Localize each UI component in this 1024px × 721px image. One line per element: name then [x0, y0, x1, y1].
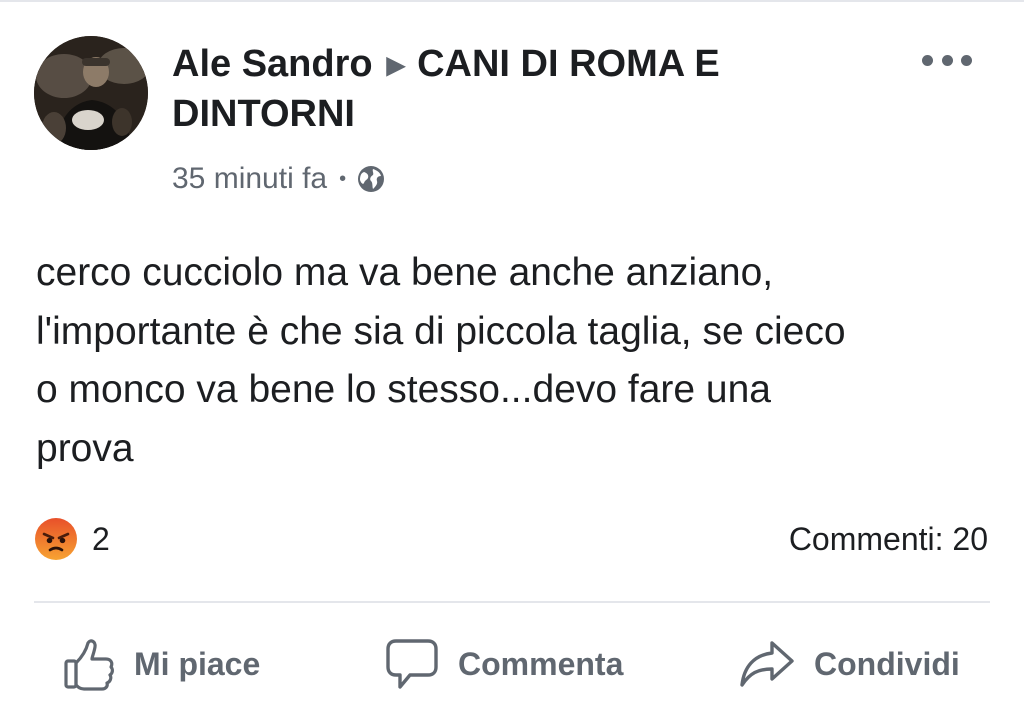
- timestamp[interactable]: 35 minuti fa: [172, 162, 327, 196]
- reactions-summary[interactable]: 2: [34, 516, 110, 562]
- post-body-text: cerco cucciolo ma va bene anche anziano,…: [36, 251, 846, 470]
- angry-reaction-icon: [35, 518, 77, 560]
- reaction-count: 2: [92, 520, 110, 557]
- author-name[interactable]: Ale Sandro: [172, 43, 373, 85]
- comment-button[interactable]: Commenta: [384, 632, 623, 696]
- share-button[interactable]: Condividi: [738, 632, 960, 696]
- like-label: Mi piace: [134, 645, 261, 682]
- more-dot: [961, 54, 972, 66]
- avatar[interactable]: [34, 36, 148, 150]
- meta-separator: •: [339, 167, 347, 190]
- share-arrow-icon: [740, 641, 794, 687]
- more-dot: [941, 54, 953, 66]
- title-line-2: DINTORNI: [172, 90, 822, 138]
- divider: [34, 601, 990, 603]
- globe-icon: [356, 164, 386, 194]
- right-triangle-icon: ▶: [386, 52, 406, 79]
- title-line-1: Ale Sandro ▶ CANI DI ROMA E: [172, 40, 822, 90]
- avatar-photo: [34, 36, 148, 150]
- comments-count[interactable]: Commenti: 20: [789, 519, 988, 559]
- more-options-icon[interactable]: [922, 48, 972, 72]
- share-label: Condividi: [814, 645, 960, 682]
- group-name-continued[interactable]: DINTORNI: [172, 93, 355, 135]
- comment-bubble-icon: [386, 639, 438, 689]
- group-name[interactable]: CANI DI ROMA E: [417, 43, 720, 85]
- thumbs-up-icon: [64, 639, 114, 691]
- post-header: Ale Sandro ▶ CANI DI ROMA E DINTORNI: [172, 40, 822, 138]
- like-button[interactable]: Mi piace: [62, 632, 260, 696]
- post-meta: 35 minuti fa •: [172, 160, 386, 198]
- top-border: [0, 0, 1024, 2]
- more-dot: [922, 54, 933, 66]
- comment-label: Commenta: [458, 645, 624, 682]
